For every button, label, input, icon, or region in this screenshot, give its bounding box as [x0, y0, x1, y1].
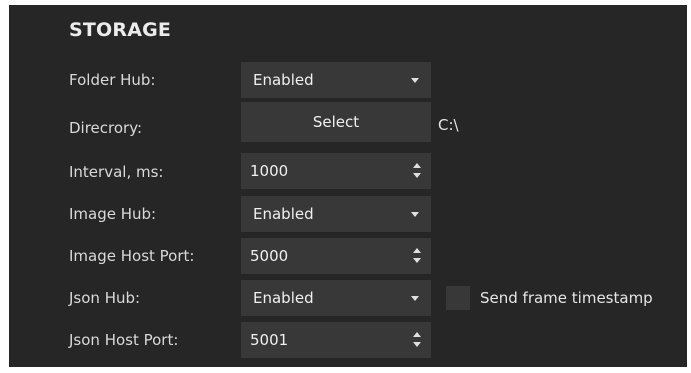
json-hub-dropdown[interactable]: Enabled	[241, 280, 431, 316]
json-hub-label: Json Hub:	[69, 289, 141, 307]
folder-hub-value: Enabled	[253, 71, 314, 89]
folder-hub-label: Folder Hub:	[69, 71, 156, 89]
caret-down-icon	[411, 296, 419, 301]
spinner-up-icon[interactable]	[413, 332, 421, 337]
spinner-up-icon[interactable]	[413, 248, 421, 253]
spinner-arrows-icon[interactable]	[412, 331, 422, 349]
spinner-arrows-icon[interactable]	[412, 247, 422, 265]
interval-label: Interval, ms:	[69, 163, 164, 181]
spinner-arrows-icon[interactable]	[412, 162, 422, 180]
select-directory-button[interactable]: Select	[241, 102, 431, 142]
directory-path: C:\	[438, 116, 459, 134]
directory-label: Direcrory:	[69, 119, 143, 137]
caret-down-icon	[411, 212, 419, 217]
interval-spinbox[interactable]: 1000	[241, 153, 431, 189]
caret-down-icon	[411, 78, 419, 83]
spinner-down-icon[interactable]	[413, 342, 421, 347]
image-host-port-value: 5000	[250, 247, 289, 265]
folder-hub-dropdown[interactable]: Enabled	[241, 62, 431, 98]
json-hub-value: Enabled	[253, 289, 314, 307]
json-host-port-value: 5001	[250, 331, 289, 349]
interval-value: 1000	[250, 162, 289, 180]
image-host-port-spinbox[interactable]: 5000	[241, 238, 431, 274]
send-frame-timestamp-checkbox[interactable]	[446, 286, 470, 310]
json-host-port-label: Json Host Port:	[69, 331, 179, 349]
spinner-down-icon[interactable]	[413, 258, 421, 263]
spinner-up-icon[interactable]	[413, 163, 421, 168]
image-host-port-label: Image Host Port:	[69, 247, 195, 265]
storage-panel: STORAGE Folder Hub: Enabled Direcrory: S…	[9, 5, 687, 367]
section-title: STORAGE	[69, 19, 172, 41]
image-hub-dropdown[interactable]: Enabled	[241, 196, 431, 232]
image-hub-value: Enabled	[253, 205, 314, 223]
image-hub-label: Image Hub:	[69, 205, 157, 223]
send-frame-timestamp-label: Send frame timestamp	[480, 289, 653, 307]
spinner-down-icon[interactable]	[413, 173, 421, 178]
json-host-port-spinbox[interactable]: 5001	[241, 322, 431, 358]
